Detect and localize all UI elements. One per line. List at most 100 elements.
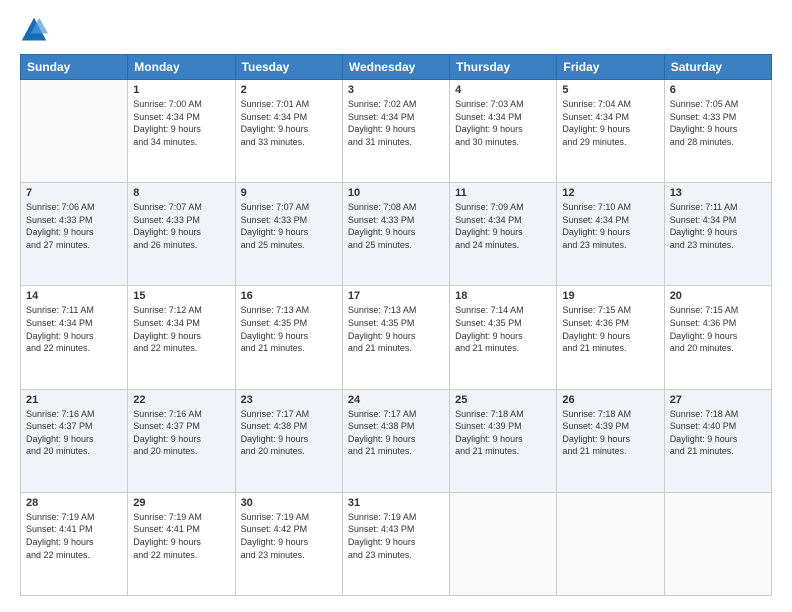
day-number: 4 <box>455 84 551 96</box>
day-number: 22 <box>133 394 229 406</box>
calendar: SundayMondayTuesdayWednesdayThursdayFrid… <box>20 54 772 596</box>
calendar-cell: 27 Sunrise: 7:18 AM Sunset: 4:40 PM Dayli… <box>664 389 771 492</box>
weekday-header-wednesday: Wednesday <box>342 55 449 80</box>
day-number: 6 <box>670 84 766 96</box>
weekday-header-thursday: Thursday <box>450 55 557 80</box>
calendar-cell: 8 Sunrise: 7:07 AM Sunset: 4:33 PM Daylig… <box>128 183 235 286</box>
weekday-header-saturday: Saturday <box>664 55 771 80</box>
day-number: 26 <box>562 394 658 406</box>
calendar-cell: 4 Sunrise: 7:03 AM Sunset: 4:34 PM Daylig… <box>450 80 557 183</box>
calendar-cell: 11Sunrise: 7:09 AM Sunset: 4:34 PM Dayli… <box>450 183 557 286</box>
day-info: Sunrise: 7:17 AM Sunset: 4:38 PM Dayligh… <box>241 408 337 458</box>
day-info: Sunrise: 7:04 AM Sunset: 4:34 PM Dayligh… <box>562 98 658 148</box>
day-info: Sunrise: 7:18 AM Sunset: 4:39 PM Dayligh… <box>455 408 551 458</box>
calendar-cell: 28 Sunrise: 7:19 AM Sunset: 4:41 PM Dayli… <box>21 492 128 595</box>
calendar-cell: 5 Sunrise: 7:04 AM Sunset: 4:34 PM Daylig… <box>557 80 664 183</box>
day-info: Sunrise: 7:18 AM Sunset: 4:39 PM Dayligh… <box>562 408 658 458</box>
calendar-cell: 7 Sunrise: 7:06 AM Sunset: 4:33 PM Daylig… <box>21 183 128 286</box>
day-info: Sunrise: 7:13 AM Sunset: 4:35 PM Dayligh… <box>241 304 337 354</box>
calendar-cell: 22 Sunrise: 7:16 AM Sunset: 4:37 PM Dayli… <box>128 389 235 492</box>
day-number: 23 <box>241 394 337 406</box>
logo <box>20 16 52 44</box>
week-row-2: 7 Sunrise: 7:06 AM Sunset: 4:33 PM Daylig… <box>21 183 772 286</box>
day-number: 5 <box>562 84 658 96</box>
day-info: Sunrise: 7:10 AM Sunset: 4:34 PM Dayligh… <box>562 201 658 251</box>
calendar-cell: 10Sunrise: 7:08 AM Sunset: 4:33 PM Dayli… <box>342 183 449 286</box>
day-number: 12 <box>562 187 658 199</box>
day-info: Sunrise: 7:19 AM Sunset: 4:41 PM Dayligh… <box>26 511 122 561</box>
day-number: 7 <box>26 187 122 199</box>
day-number: 2 <box>241 84 337 96</box>
week-row-1: 1Sunrise: 7:00 AM Sunset: 4:34 PM Daylig… <box>21 80 772 183</box>
day-number: 25 <box>455 394 551 406</box>
calendar-cell: 21 Sunrise: 7:16 AM Sunset: 4:37 PM Dayli… <box>21 389 128 492</box>
weekday-header-friday: Friday <box>557 55 664 80</box>
day-number: 11 <box>455 187 551 199</box>
day-info: Sunrise: 7:18 AM Sunset: 4:40 PM Dayligh… <box>670 408 766 458</box>
day-number: 16 <box>241 290 337 302</box>
calendar-cell: 17Sunrise: 7:13 AM Sunset: 4:35 PM Dayli… <box>342 286 449 389</box>
calendar-cell: 6 Sunrise: 7:05 AM Sunset: 4:33 PM Daylig… <box>664 80 771 183</box>
day-number: 8 <box>133 187 229 199</box>
day-number: 29 <box>133 497 229 509</box>
calendar-cell: 31Sunrise: 7:19 AM Sunset: 4:43 PM Dayli… <box>342 492 449 595</box>
day-number: 21 <box>26 394 122 406</box>
day-number: 15 <box>133 290 229 302</box>
calendar-cell: 29 Sunrise: 7:19 AM Sunset: 4:41 PM Dayli… <box>128 492 235 595</box>
calendar-cell: 24Sunrise: 7:17 AM Sunset: 4:38 PM Dayli… <box>342 389 449 492</box>
day-number: 31 <box>348 497 444 509</box>
calendar-cell: 25 Sunrise: 7:18 AM Sunset: 4:39 PM Dayli… <box>450 389 557 492</box>
day-info: Sunrise: 7:12 AM Sunset: 4:34 PM Dayligh… <box>133 304 229 354</box>
calendar-cell: 9 Sunrise: 7:07 AM Sunset: 4:33 PM Daylig… <box>235 183 342 286</box>
weekday-header-sunday: Sunday <box>21 55 128 80</box>
calendar-cell: 14 Sunrise: 7:11 AM Sunset: 4:34 PM Dayli… <box>21 286 128 389</box>
calendar-cell: 12 Sunrise: 7:10 AM Sunset: 4:34 PM Dayli… <box>557 183 664 286</box>
day-info: Sunrise: 7:06 AM Sunset: 4:33 PM Dayligh… <box>26 201 122 251</box>
calendar-cell <box>557 492 664 595</box>
day-number: 30 <box>241 497 337 509</box>
calendar-cell: 15 Sunrise: 7:12 AM Sunset: 4:34 PM Dayli… <box>128 286 235 389</box>
day-number: 17 <box>348 290 444 302</box>
day-info: Sunrise: 7:08 AM Sunset: 4:33 PM Dayligh… <box>348 201 444 251</box>
day-info: Sunrise: 7:19 AM Sunset: 4:41 PM Dayligh… <box>133 511 229 561</box>
day-number: 9 <box>241 187 337 199</box>
day-info: Sunrise: 7:16 AM Sunset: 4:37 PM Dayligh… <box>26 408 122 458</box>
calendar-cell: 30 Sunrise: 7:19 AM Sunset: 4:42 PM Dayli… <box>235 492 342 595</box>
calendar-cell <box>664 492 771 595</box>
header <box>20 16 772 44</box>
week-row-4: 21 Sunrise: 7:16 AM Sunset: 4:37 PM Dayli… <box>21 389 772 492</box>
day-info: Sunrise: 7:07 AM Sunset: 4:33 PM Dayligh… <box>241 201 337 251</box>
day-number: 14 <box>26 290 122 302</box>
day-info: Sunrise: 7:02 AM Sunset: 4:34 PM Dayligh… <box>348 98 444 148</box>
day-info: Sunrise: 7:19 AM Sunset: 4:42 PM Dayligh… <box>241 511 337 561</box>
day-number: 28 <box>26 497 122 509</box>
day-info: Sunrise: 7:03 AM Sunset: 4:34 PM Dayligh… <box>455 98 551 148</box>
week-row-3: 14 Sunrise: 7:11 AM Sunset: 4:34 PM Dayli… <box>21 286 772 389</box>
calendar-cell <box>21 80 128 183</box>
day-info: Sunrise: 7:16 AM Sunset: 4:37 PM Dayligh… <box>133 408 229 458</box>
day-number: 3 <box>348 84 444 96</box>
calendar-cell: 23 Sunrise: 7:17 AM Sunset: 4:38 PM Dayli… <box>235 389 342 492</box>
day-info: Sunrise: 7:15 AM Sunset: 4:36 PM Dayligh… <box>562 304 658 354</box>
day-number: 24 <box>348 394 444 406</box>
weekday-header-row: SundayMondayTuesdayWednesdayThursdayFrid… <box>21 55 772 80</box>
day-number: 19 <box>562 290 658 302</box>
calendar-cell: 2 Sunrise: 7:01 AM Sunset: 4:34 PM Daylig… <box>235 80 342 183</box>
day-info: Sunrise: 7:11 AM Sunset: 4:34 PM Dayligh… <box>26 304 122 354</box>
day-info: Sunrise: 7:05 AM Sunset: 4:33 PM Dayligh… <box>670 98 766 148</box>
day-info: Sunrise: 7:07 AM Sunset: 4:33 PM Dayligh… <box>133 201 229 251</box>
calendar-cell: 18Sunrise: 7:14 AM Sunset: 4:35 PM Dayli… <box>450 286 557 389</box>
calendar-cell: 13Sunrise: 7:11 AM Sunset: 4:34 PM Dayli… <box>664 183 771 286</box>
day-number: 27 <box>670 394 766 406</box>
weekday-header-tuesday: Tuesday <box>235 55 342 80</box>
day-number: 13 <box>670 187 766 199</box>
weekday-header-monday: Monday <box>128 55 235 80</box>
calendar-cell: 3 Sunrise: 7:02 AM Sunset: 4:34 PM Daylig… <box>342 80 449 183</box>
logo-icon <box>20 16 48 44</box>
day-info: Sunrise: 7:01 AM Sunset: 4:34 PM Dayligh… <box>241 98 337 148</box>
day-number: 1 <box>133 84 229 96</box>
day-number: 20 <box>670 290 766 302</box>
day-info: Sunrise: 7:14 AM Sunset: 4:35 PM Dayligh… <box>455 304 551 354</box>
calendar-cell: 20Sunrise: 7:15 AM Sunset: 4:36 PM Dayli… <box>664 286 771 389</box>
week-row-5: 28 Sunrise: 7:19 AM Sunset: 4:41 PM Dayli… <box>21 492 772 595</box>
